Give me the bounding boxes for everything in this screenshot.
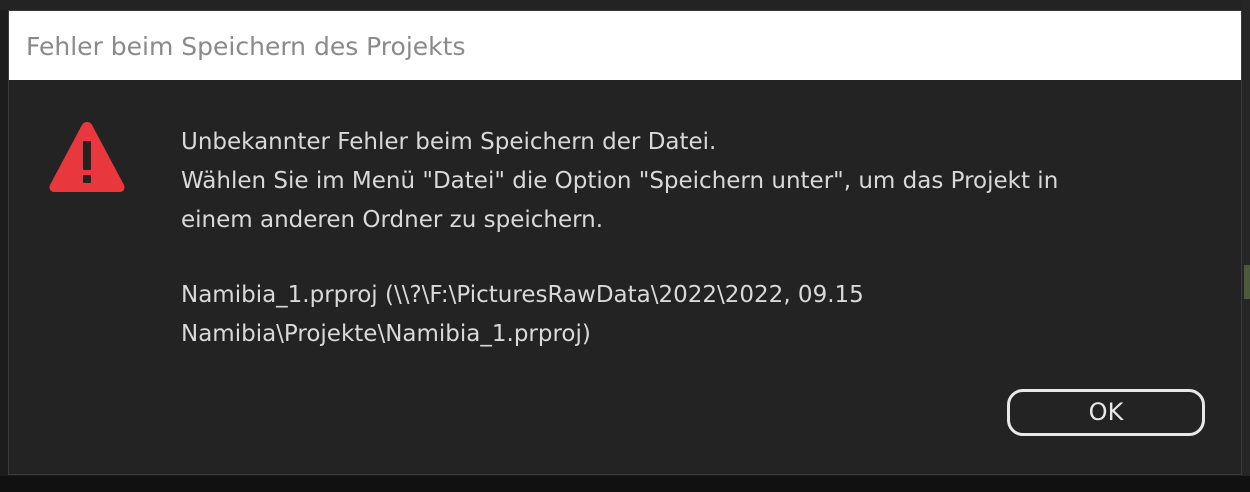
- app-status-strip: [0, 476, 1250, 492]
- message-spacer: [181, 240, 1181, 276]
- app-side-panel: [1242, 0, 1250, 492]
- app-timeline-clip: [1244, 265, 1250, 299]
- file-path-line: Namibia_1.prproj (\\?\F:\PicturesRawData…: [181, 282, 864, 308]
- message-line: Unbekannter Fehler beim Speichern der Da…: [181, 129, 717, 155]
- error-message: Unbekannter Fehler beim Speichern der Da…: [181, 123, 1181, 354]
- error-dialog: Fehler beim Speichern des Projekts Unbek…: [8, 10, 1242, 475]
- app-toolbar-strip: [0, 0, 1250, 10]
- message-line: einem anderen Ordner zu speichern.: [181, 207, 604, 233]
- file-path-line: Namibia\Projekte\Namibia_1.prproj): [181, 321, 591, 347]
- message-line: Wählen Sie im Menü "Datei" die Option "S…: [181, 168, 1059, 194]
- warning-icon: [49, 122, 125, 192]
- dialog-title-bar[interactable]: Fehler beim Speichern des Projekts: [9, 11, 1241, 80]
- dialog-title: Fehler beim Speichern des Projekts: [26, 32, 466, 61]
- ok-button[interactable]: OK: [1007, 389, 1205, 436]
